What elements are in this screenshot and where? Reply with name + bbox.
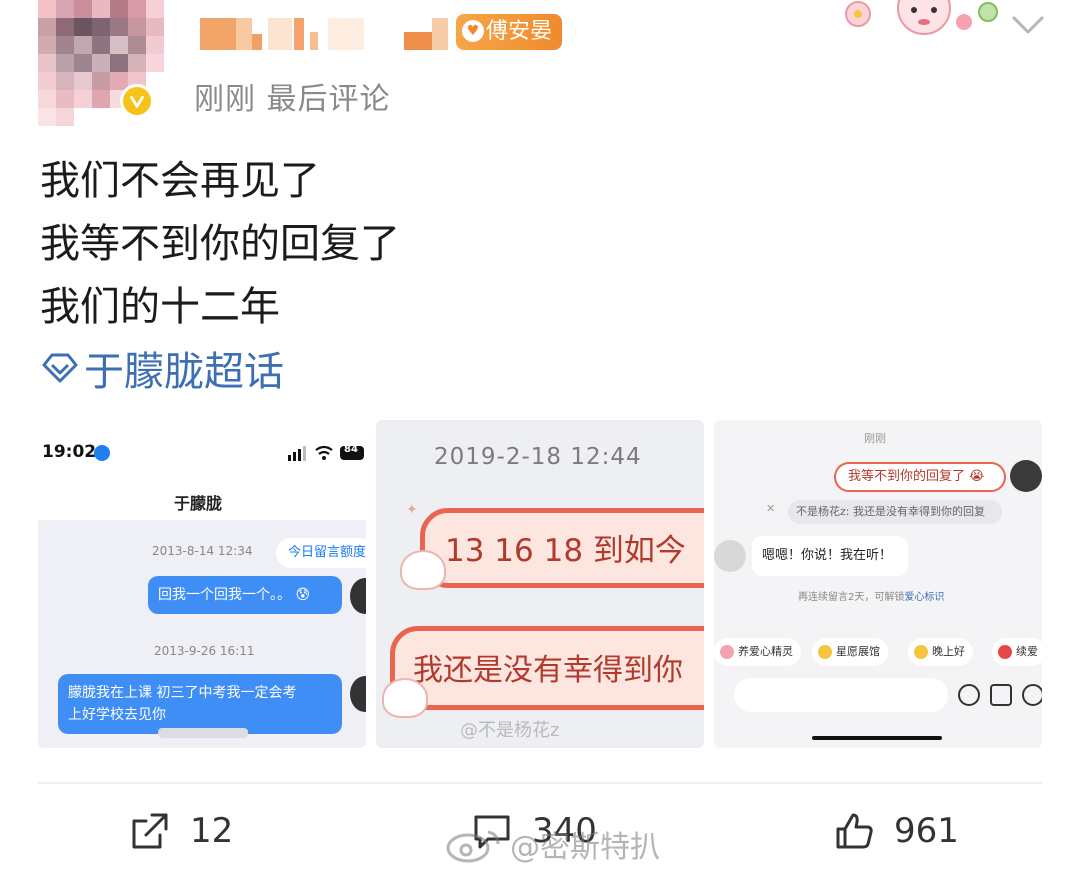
post-text: 我们不会再见了 我等不到你的回复了 我们的十二年 [40,150,400,339]
image-watermark [158,728,248,738]
message-bubble: 我等不到你的回复了 😭 [834,462,1006,492]
post-image-1[interactable]: 19:02 84 于朦胧 今日留言额度 2013-8-14 12:34 回我一个… [38,420,366,748]
quote-card: 我还是没有幸得到你 [390,626,704,710]
emoji-icon: 😭 [969,469,985,484]
message-bubble: 嗯嗯！你说！我在听！ [752,536,908,576]
timestamp: 2013-8-14 12:34 [152,544,253,558]
avatar [350,578,366,614]
like-count: 961 [894,811,959,851]
quick-chip: 星愿展馆 [812,638,888,666]
star-icon [990,684,1012,706]
card-date: 2019-2-18 12:44 [434,444,642,470]
home-indicator [812,736,942,740]
like-button[interactable]: 961 [834,806,959,856]
plus-icon [1022,684,1042,706]
avatar [1010,460,1042,492]
emoji-icon: 😰 [295,587,311,603]
bear-sticker-icon [400,550,446,590]
topic-label: 于朦胧超话 [84,349,284,395]
unlock-note: 再连续留言2天，可解锁爱心标识 [798,592,945,603]
post-meta: 刚刚 最后评论 [194,82,391,117]
timestamp: 刚刚 [864,432,886,445]
repost-count: 12 [190,811,234,851]
username-redacted[interactable] [200,14,460,54]
share-icon [132,813,168,849]
post-line-2: 我等不到你的回复了 [40,221,400,267]
repost-button[interactable]: 12 [130,806,233,856]
quick-chip: 养爱心精灵 [714,638,801,666]
post-line-1: 我们不会再见了 [40,158,320,204]
post-image-2[interactable]: 2019-2-18 12:44 13 16 18 到如今 ✦ 我还是没有幸得到你… [376,420,704,748]
avatar [350,676,366,712]
thumbs-up-icon [836,813,873,849]
location-arrow-icon [94,445,110,461]
message-bubble: 回我一个回我一个。。 😰 [148,576,342,614]
status-time: 19:02 [42,442,97,462]
message-input [734,678,948,712]
chat-title: 于朦胧 [174,494,223,513]
decoration-sticker-icon [845,0,998,35]
quoted-reply: 不是杨花z: 我还是没有幸得到你的回复 [788,500,1002,524]
divider [38,782,1042,784]
post-line-3: 我们的十二年 [40,284,280,330]
battery-level: 84 [344,444,358,455]
quote-card: 13 16 18 到如今 [420,508,704,588]
message-bubble: 朦胧我在上课 初三了中考我一定会考 上好学校去见你 [58,674,342,734]
post-image-3[interactable]: 刚刚 我等不到你的回复了 😭 ✕ 不是杨花z: 我还是没有幸得到你的回复 嗯嗯！… [714,420,1042,748]
chevron-down-icon[interactable] [1008,10,1048,40]
watermark-text: @密斯特扒 [510,830,660,865]
heart-icon: ♥ [462,20,484,42]
timestamp: 2013-9-26 16:11 [154,644,255,658]
verified-badge-icon [120,84,154,118]
quota-pill: 今日留言额度 [276,538,366,568]
close-icon: ✕ [766,502,776,515]
fan-badge-label: 傅安晏 [486,19,553,44]
fan-badge[interactable]: ♥ 傅安晏 [456,14,563,50]
weibo-logo-icon [446,830,500,863]
bear-sticker-icon [382,678,428,718]
smile-icon [958,684,980,706]
topic-link[interactable]: 于朦胧超话 [40,340,284,396]
avatar [714,540,746,572]
sparkle-icon: ✦ [406,502,418,518]
diamond-icon [42,353,78,383]
quick-chip: 续爱 [992,638,1042,666]
image-watermark: @不是杨花z [460,720,560,741]
quick-chip: 晚上好 [908,638,973,666]
watermark: @密斯特扒 [444,822,660,866]
